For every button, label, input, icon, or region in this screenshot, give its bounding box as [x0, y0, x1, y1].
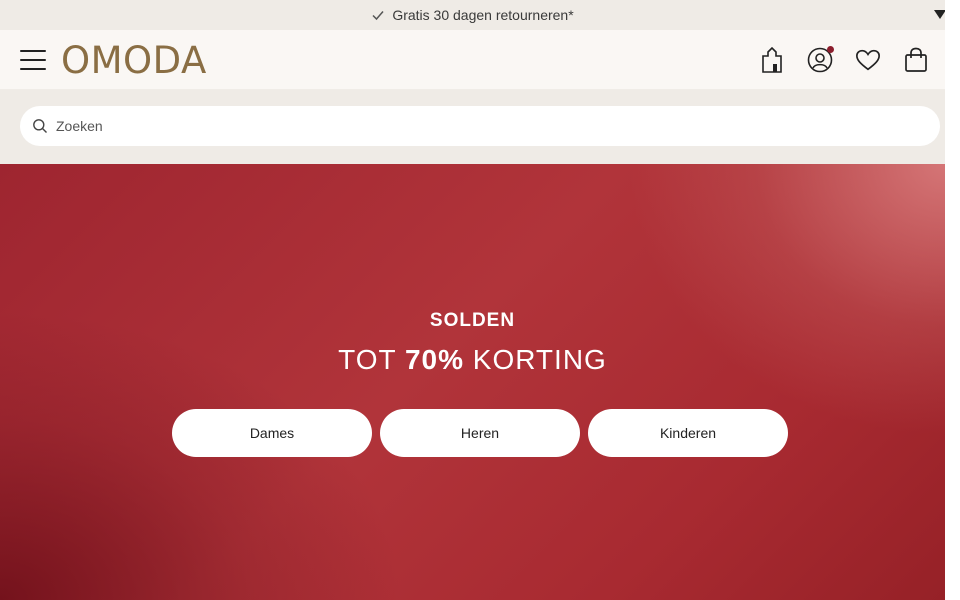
kinderen-button[interactable]: Kinderen	[588, 409, 788, 457]
header-icons	[759, 45, 929, 73]
heren-button[interactable]: Heren	[380, 409, 580, 457]
promo-text: Gratis 30 dagen retourneren*	[392, 7, 574, 23]
menu-icon[interactable]	[20, 49, 46, 70]
hero-title-suffix: KORTING	[472, 344, 607, 375]
store-icon[interactable]	[759, 46, 785, 73]
scrollbar[interactable]	[945, 0, 960, 600]
search-icon	[32, 118, 48, 134]
search-area	[0, 90, 945, 164]
hero-buttons: Dames Heren Kinderen	[0, 409, 945, 457]
account-icon[interactable]	[807, 45, 834, 73]
hero-banner: SOLDEN TOT 70% KORTING Dames Heren Kinde…	[0, 164, 945, 600]
hero-title: TOT 70% KORTING	[0, 344, 945, 376]
shopping-bag-icon[interactable]	[903, 47, 929, 73]
notification-dot	[827, 45, 834, 53]
page: Gratis 30 dagen retourneren* OMODA Zoeke…	[0, 0, 945, 600]
check-icon	[371, 8, 385, 22]
promo-bar: Gratis 30 dagen retourneren*	[0, 0, 945, 30]
dames-button[interactable]: Dames	[172, 409, 372, 457]
search-input[interactable]	[54, 117, 928, 135]
heart-icon[interactable]	[855, 47, 881, 73]
logo[interactable]: OMODA	[61, 41, 207, 79]
hero-title-prefix: TOT	[338, 344, 397, 375]
chevron-down-icon[interactable]	[933, 9, 945, 21]
hero-title-highlight: 70%	[404, 344, 464, 375]
search-bar[interactable]	[20, 106, 940, 146]
hero-kicker: SOLDEN	[429, 310, 516, 331]
header: OMODA	[0, 30, 945, 90]
